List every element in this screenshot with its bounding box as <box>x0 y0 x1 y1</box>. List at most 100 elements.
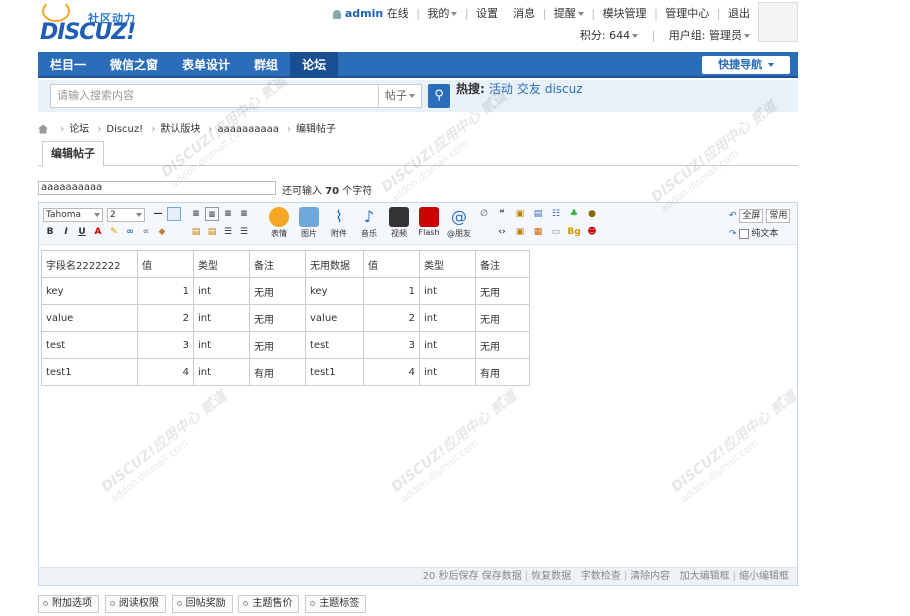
table-cell[interactable]: 无用 <box>249 277 306 305</box>
table-cell[interactable]: 1 <box>363 277 420 305</box>
nav-item-column1[interactable]: 栏目一 <box>38 52 98 78</box>
avatar[interactable] <box>758 2 798 42</box>
table-cell[interactable]: int <box>193 304 250 332</box>
table-cell[interactable]: int <box>193 331 250 359</box>
table-cell[interactable]: 无用数据 <box>305 250 364 278</box>
eraser-icon[interactable]: ◆ <box>155 225 169 239</box>
hide-icon[interactable]: ▣ <box>513 225 527 239</box>
menu-messages[interactable]: 消息 <box>513 5 535 21</box>
nav-item-form-design[interactable]: 表单设计 <box>170 52 242 78</box>
video-button[interactable]: 视频 <box>385 207 413 239</box>
subject-input[interactable]: aaaaaaaaaa <box>38 181 276 195</box>
table-cell[interactable]: test <box>305 331 364 359</box>
align-center-icon[interactable]: ≡ <box>205 207 219 221</box>
table-cell[interactable]: 4 <box>363 358 420 386</box>
table-cell[interactable]: 无用 <box>249 304 306 332</box>
mention-button[interactable]: @ @朋友 <box>445 207 473 239</box>
undo-icon[interactable]: ↶ <box>729 211 737 221</box>
hot-item[interactable]: 交友 <box>517 82 541 96</box>
tab-reply-reward[interactable]: 回帖奖励 <box>171 595 233 613</box>
table-cell[interactable]: 值 <box>363 250 420 278</box>
redo-icon[interactable]: ↷ <box>729 229 737 239</box>
music-button[interactable]: ♪ 音乐 <box>355 207 383 239</box>
table-cell[interactable]: key <box>305 277 364 305</box>
font-color-icon[interactable]: A <box>91 225 105 239</box>
tab-extra-options[interactable]: 附加选项 <box>38 595 99 613</box>
menu-logout[interactable]: 退出 <box>728 5 750 21</box>
table-cell[interactable]: 3 <box>137 331 194 359</box>
home-icon[interactable] <box>38 124 48 134</box>
size-select[interactable]: 2 <box>107 208 145 222</box>
table-cell[interactable]: test <box>41 331 138 359</box>
table-cell[interactable]: value <box>41 304 138 332</box>
table-cell[interactable]: 1 <box>137 277 194 305</box>
table-cell[interactable]: 2 <box>363 304 420 332</box>
fullscreen-button[interactable]: 全屏 <box>739 209 764 223</box>
tab-thread-price[interactable]: 主题售价 <box>238 595 300 613</box>
ordered-list-icon[interactable]: ☰ <box>221 225 235 239</box>
link-icon[interactable]: ∞ <box>123 225 137 239</box>
post-icon[interactable]: ▤ <box>531 207 545 221</box>
common-button[interactable]: 常用 <box>766 209 791 223</box>
hot-item[interactable]: discuz <box>545 82 583 96</box>
bold-icon[interactable]: B <box>43 225 57 239</box>
code-icon[interactable]: ‹› <box>495 225 509 239</box>
align-right-icon[interactable]: ≡ <box>221 207 235 221</box>
table-cell[interactable]: 备注 <box>475 250 530 278</box>
table-cell[interactable]: int <box>419 304 476 332</box>
table-cell[interactable]: 无用 <box>475 304 530 332</box>
table-cell[interactable]: 无用 <box>475 277 530 305</box>
enlarge-editor-link[interactable]: 加大编辑框 <box>680 571 730 582</box>
font-select[interactable]: Tahoma <box>43 208 103 222</box>
table-cell[interactable]: 类型 <box>419 250 476 278</box>
table-icon[interactable] <box>167 207 181 221</box>
menu-settings[interactable]: 设置 <box>476 5 498 21</box>
word-count-link[interactable]: 字数检查 <box>581 571 621 582</box>
plaintext-checkbox[interactable] <box>739 228 750 239</box>
table-cell[interactable]: 2 <box>137 304 194 332</box>
table-cell[interactable]: 值 <box>137 250 194 278</box>
nav-item-forum[interactable]: 论坛 <box>290 52 339 78</box>
points-link[interactable]: 积分: 644 <box>580 29 639 42</box>
table-cell[interactable]: test1 <box>41 358 138 386</box>
free-icon[interactable]: ▦ <box>531 225 545 239</box>
table-cell[interactable]: int <box>419 331 476 359</box>
clear-content-link[interactable]: 清除内容 <box>630 571 670 582</box>
float-right-icon[interactable]: ▤ <box>205 225 219 239</box>
nav-item-groups[interactable]: 群组 <box>242 52 290 78</box>
user-icon[interactable]: ♣ <box>567 207 581 221</box>
table-cell[interactable]: key <box>41 277 138 305</box>
table-cell[interactable]: 无用 <box>475 331 530 359</box>
unlink-icon[interactable]: ∝ <box>139 225 153 239</box>
quote-icon[interactable]: “ <box>495 207 509 221</box>
table-cell[interactable]: int <box>419 277 476 305</box>
breadcrumb-thread[interactable]: aaaaaaaaaa <box>218 124 279 135</box>
menu-notices[interactable]: 提醒 <box>554 5 584 21</box>
menu-admin-center[interactable]: 管理中心 <box>665 5 709 21</box>
discuz-logo[interactable]: 社区动力 DISCUZ! <box>38 0 148 46</box>
tab-read-permission[interactable]: 阅读权限 <box>104 595 166 613</box>
breadcrumb-forum[interactable]: 论坛 <box>69 124 89 135</box>
hot-item[interactable]: 活动 <box>489 82 513 96</box>
breadcrumb-default-board[interactable]: 默认版块 <box>160 124 200 135</box>
search-button[interactable]: ⚲ <box>428 84 450 108</box>
search-input[interactable]: 请输入搜索内容 <box>50 84 380 108</box>
page-icon[interactable]: ▭ <box>549 225 563 239</box>
nav-item-wechat[interactable]: 微信之窗 <box>98 52 170 78</box>
strike-icon[interactable]: ∅ <box>477 207 491 221</box>
username-link[interactable]: admin <box>345 7 383 20</box>
hr-icon[interactable]: — <box>151 207 165 221</box>
image-button[interactable]: 图片 <box>295 207 323 239</box>
table-cell[interactable]: 类型 <box>193 250 250 278</box>
search-type-select[interactable]: 帖子 <box>378 84 422 108</box>
table-cell[interactable]: 有用 <box>249 358 306 386</box>
underline-icon[interactable]: U <box>75 225 89 239</box>
usergroup-link[interactable]: 用户组: 管理员 <box>669 29 750 42</box>
tab-edit-post[interactable]: 编辑帖子 <box>42 141 104 167</box>
tab-thread-tags[interactable]: 主题标签 <box>305 595 367 613</box>
table-cell[interactable]: 有用 <box>475 358 530 386</box>
breadcrumb-discuz[interactable]: Discuz! <box>106 124 143 135</box>
robot-icon[interactable]: ☻ <box>585 225 599 239</box>
coin-icon[interactable]: ● <box>585 207 599 221</box>
highlight-icon[interactable]: ✎ <box>107 225 121 239</box>
